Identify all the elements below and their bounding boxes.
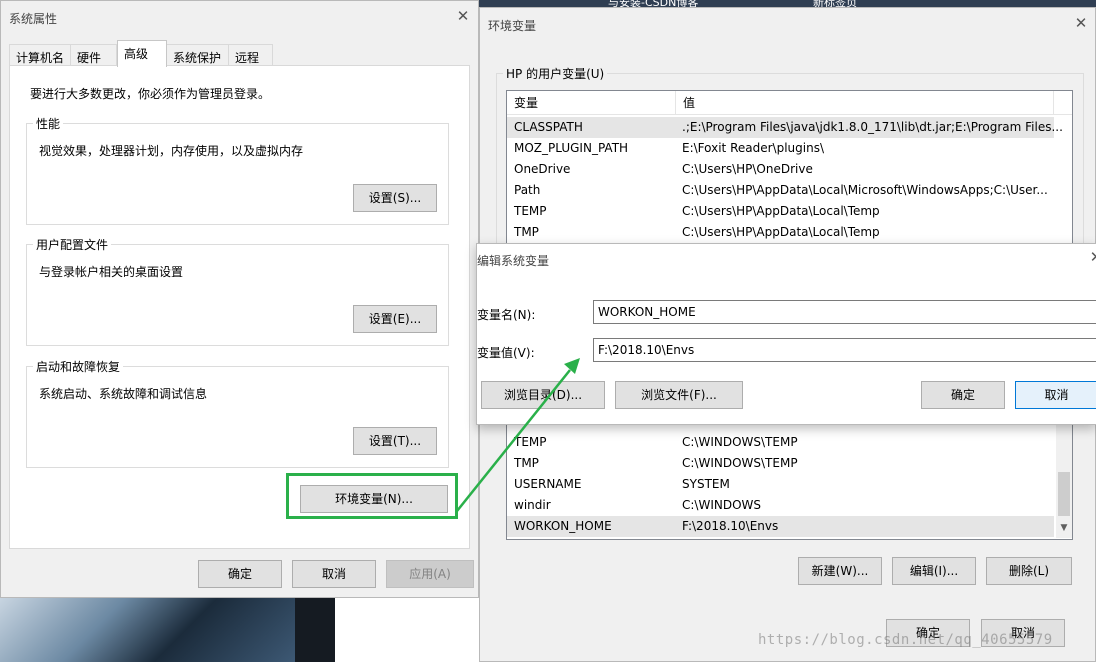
arrow-line bbox=[456, 369, 571, 512]
tab-advanced[interactable]: 高级 bbox=[117, 40, 167, 67]
arrow-head bbox=[564, 358, 580, 374]
watermark: https://blog.csdn.net/qq_40655579 bbox=[758, 632, 1053, 648]
annotation-arrow bbox=[456, 358, 580, 512]
